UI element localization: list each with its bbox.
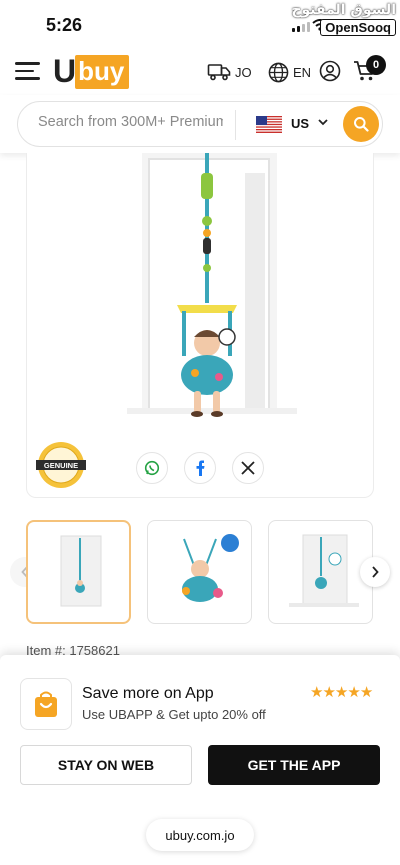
facebook-icon	[196, 460, 205, 476]
truck-icon	[207, 64, 231, 81]
search-button[interactable]	[343, 106, 379, 142]
search-bar: US	[17, 101, 383, 147]
browser-url-pill[interactable]: ubuy.com.jo	[146, 819, 254, 851]
chevron-down-icon[interactable]	[318, 118, 328, 126]
logo-u: U	[53, 53, 76, 89]
search-input[interactable]	[38, 114, 223, 130]
us-flag-icon[interactable]	[256, 116, 282, 133]
menu-icon[interactable]	[15, 62, 40, 85]
app-banner-subtitle: Use UBAPP & Get upto 20% off	[82, 707, 266, 722]
star-icon: ★	[359, 683, 373, 701]
get-the-app-button[interactable]: GET THE APP	[208, 745, 380, 785]
thumbnail-2-image	[182, 534, 239, 602]
thumbnail-1-image	[60, 535, 102, 607]
shopping-bag-icon	[35, 691, 57, 717]
app-banner-title: Save more on App	[82, 685, 214, 702]
thumbnail-3[interactable]	[268, 520, 373, 624]
thumbnail-1[interactable]	[26, 520, 131, 624]
language-code: EN	[293, 65, 312, 80]
globe-icon	[268, 62, 289, 83]
chevron-right-icon	[372, 566, 379, 578]
logo-buy: buy	[75, 54, 130, 89]
star-icon: ★	[322, 683, 335, 701]
star-icon: ★	[310, 683, 323, 701]
shipping-country-selector[interactable]: JO	[207, 62, 252, 82]
cart-count-badge: 0	[366, 55, 386, 75]
share-x-button[interactable]	[232, 452, 264, 484]
language-selector[interactable]: EN	[268, 62, 311, 83]
search-icon	[354, 117, 369, 132]
ubuy-logo[interactable]: U buy	[53, 53, 130, 90]
thumbnail-next-button[interactable]	[360, 557, 390, 587]
genuine-badge-text: GENUINE	[44, 461, 78, 470]
share-whatsapp-button[interactable]	[136, 452, 168, 484]
share-facebook-button[interactable]	[184, 452, 216, 484]
user-account-icon[interactable]	[319, 60, 341, 82]
thumbnail-2[interactable]	[147, 520, 252, 624]
watermark-arabic: السوق المفتوح	[291, 2, 396, 18]
whatsapp-icon	[144, 460, 160, 476]
store-country-code[interactable]: US	[291, 116, 309, 131]
genuine-badge: GENUINE	[36, 442, 86, 488]
status-bar: 5:26 السوق المفتوح OpenSooq	[0, 0, 400, 50]
product-main-image[interactable]	[27, 153, 375, 433]
x-icon	[241, 461, 255, 475]
thumbnail-3-image	[289, 534, 359, 607]
shipping-country-code: JO	[235, 64, 252, 80]
star-icon: ★	[347, 683, 360, 701]
ubuy-app-icon	[20, 678, 72, 730]
search-divider	[235, 110, 236, 140]
watermark-brand: OpenSooq	[320, 19, 396, 36]
rating-stars: ★★★★★	[310, 683, 373, 701]
star-icon: ★	[334, 683, 348, 701]
status-time: 5:26	[46, 15, 83, 35]
stay-on-web-button[interactable]: STAY ON WEB	[20, 745, 192, 785]
opensooq-watermark: السوق المفتوح OpenSooq	[291, 2, 396, 37]
